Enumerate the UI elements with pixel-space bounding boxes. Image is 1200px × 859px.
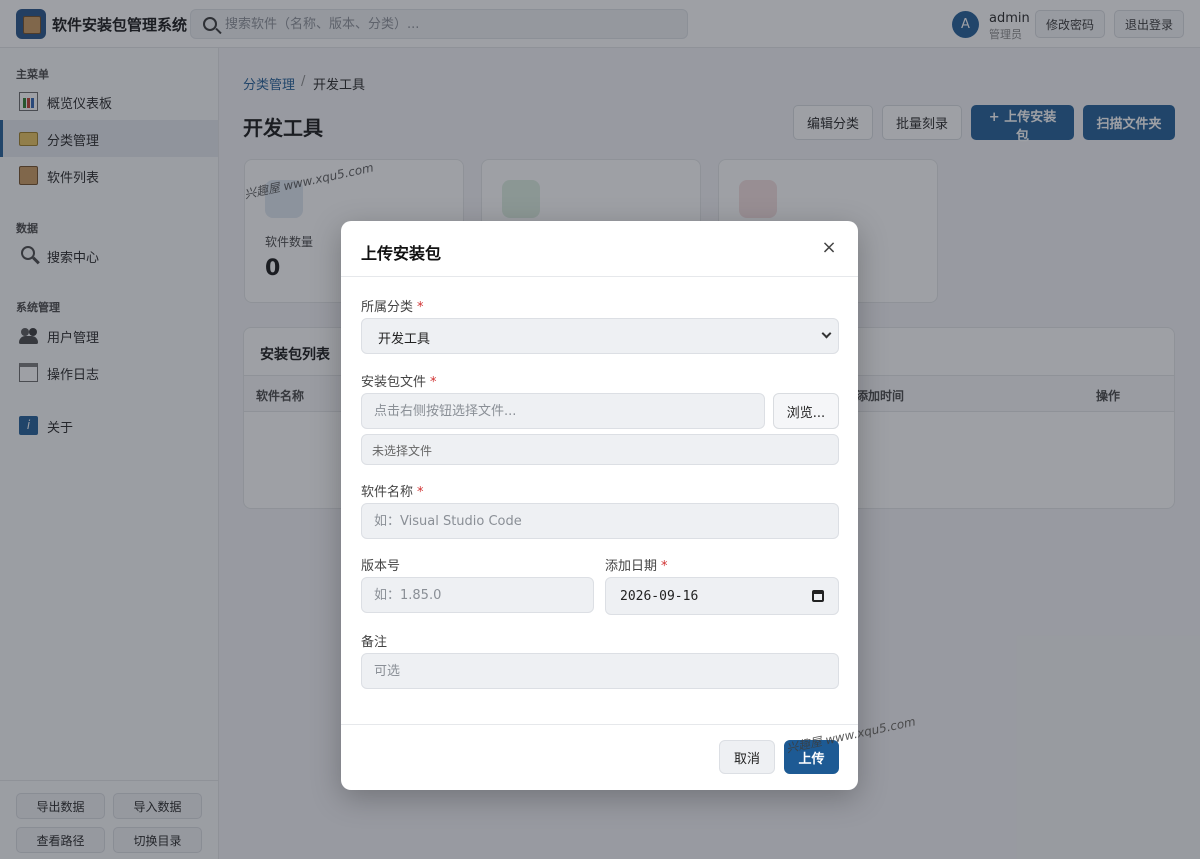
category-label: 所属分类 *	[361, 300, 424, 315]
file-label: 安装包文件 *	[361, 375, 437, 390]
required-mark: *	[661, 559, 668, 574]
required-mark: *	[417, 300, 424, 315]
file-status-text: 未选择文件	[372, 444, 433, 458]
date-value: 2026-09-16	[620, 589, 699, 604]
required-mark: *	[430, 375, 437, 390]
chevron-down-icon	[821, 328, 832, 339]
version-label: 版本号	[361, 559, 401, 574]
date-input[interactable]: 2026-09-16	[605, 577, 839, 615]
file-status: 未选择文件	[361, 434, 839, 465]
close-icon[interactable]: ×	[819, 236, 839, 258]
modal-title: 上传安装包	[361, 244, 442, 263]
upload-package-dialog: 上传安装包 × 所属分类* 开发工具 安装包文件* 浏览... 未选择文件 软件…	[341, 221, 917, 790]
browse-button[interactable]: 浏览...	[773, 393, 839, 429]
notes-label: 备注	[361, 635, 388, 650]
cancel-button[interactable]: 取消	[719, 740, 775, 774]
notes-input[interactable]	[361, 653, 839, 689]
calendar-icon[interactable]	[812, 590, 824, 602]
category-select-value: 开发工具	[378, 332, 431, 347]
version-input[interactable]	[361, 577, 594, 613]
modal-header-divider	[341, 276, 858, 277]
file-path-input[interactable]	[361, 393, 765, 429]
required-mark: *	[417, 485, 424, 500]
date-label: 添加日期 *	[605, 559, 668, 574]
category-select[interactable]: 开发工具	[361, 318, 839, 354]
modal-footer-divider	[341, 724, 858, 725]
software-name-input[interactable]	[361, 503, 839, 539]
software-name-label: 软件名称 *	[361, 485, 424, 500]
